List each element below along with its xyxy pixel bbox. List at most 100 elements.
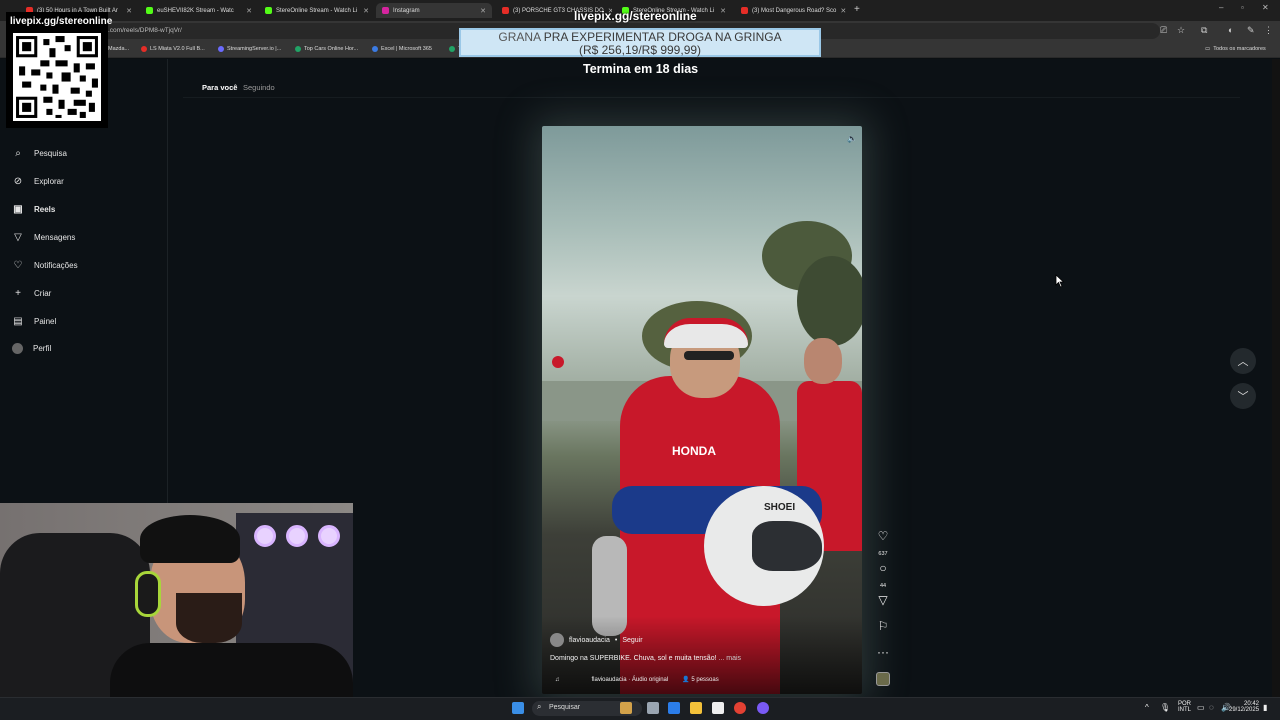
- suit-logo: HONDA: [672, 444, 716, 458]
- widget-icon[interactable]: [620, 702, 632, 714]
- rider-cap: [664, 318, 748, 348]
- fan-led: [286, 525, 308, 547]
- new-tab-icon[interactable]: +: [854, 4, 860, 15]
- chrome-icon[interactable]: [734, 702, 746, 714]
- microphone-icon[interactable]: 🎙: [1160, 703, 1170, 712]
- bookmark-item[interactable]: Mazda...: [108, 46, 129, 52]
- streamer-cap: [140, 515, 240, 563]
- sidebar-item-label: Explorar: [34, 176, 64, 186]
- close-icon[interactable]: ✕: [363, 7, 369, 15]
- bookmark-icon: ⚐: [877, 619, 889, 633]
- extensions-icon[interactable]: ⧉: [1201, 25, 1207, 36]
- kick-icon: [265, 7, 272, 14]
- comment-count: 44: [879, 583, 887, 589]
- notification-icon[interactable]: ▮: [1263, 703, 1267, 712]
- comment-button[interactable]: ○ 44: [873, 562, 893, 592]
- kick-icon: [146, 7, 153, 14]
- profile-icon[interactable]: ◐: [1228, 25, 1233, 35]
- tab-for-you[interactable]: Para você: [202, 83, 237, 92]
- tray-chevron-icon[interactable]: ^: [1145, 703, 1149, 712]
- close-icon[interactable]: ✕: [480, 7, 486, 15]
- window-close-icon[interactable]: ✕: [1262, 3, 1269, 12]
- browser-tab[interactable]: euSHEVII82K Stream - Watc ✕: [140, 3, 258, 18]
- people-tag[interactable]: 👤 5 pessoas: [682, 676, 719, 683]
- store-icon[interactable]: [712, 702, 724, 714]
- helmet-brand: SHOEI: [764, 502, 796, 513]
- donation-amount: (R$ 256,19/R$ 999,99): [578, 43, 702, 57]
- separator: •: [614, 636, 618, 644]
- all-bookmarks[interactable]: ▭ Todos os marcadores: [1205, 46, 1266, 52]
- file-explorer-icon[interactable]: [690, 702, 702, 714]
- sidebar-item-messages[interactable]: ▽ Mensagens: [12, 231, 75, 243]
- close-icon[interactable]: ✕: [720, 7, 726, 15]
- previous-reel-button[interactable]: ︿: [1230, 348, 1256, 374]
- taskbar-search-label: Pesquisar: [549, 704, 581, 711]
- compass-icon: ⊘: [13, 175, 23, 187]
- more-options-button[interactable]: ···: [873, 646, 893, 658]
- sidebar-item-profile[interactable]: Perfil: [12, 343, 51, 354]
- sidebar-item-create[interactable]: + Criar: [12, 287, 51, 299]
- caption-body: Domingo na SUPERBIKE. Chuva, sol e muita…: [550, 655, 719, 662]
- tab-title: Instagram: [393, 7, 420, 14]
- menu-dots-icon[interactable]: ⋮: [1264, 25, 1273, 36]
- plus-icon: +: [15, 287, 21, 299]
- bookmark-item[interactable]: LS Miata V2.0 Full B...: [141, 46, 205, 52]
- browser-tab[interactable]: (3) Most Dangerous Road? Sco ✕: [735, 3, 851, 18]
- next-reel-button[interactable]: ﹀: [1230, 383, 1256, 409]
- sheet-icon: [449, 46, 455, 52]
- sidebar-item-label: Pesquisa: [34, 148, 67, 158]
- maximize-icon[interactable]: ▫: [1241, 3, 1244, 12]
- task-view-icon[interactable]: [647, 702, 659, 714]
- star-icon[interactable]: ☆: [1177, 25, 1185, 36]
- input-language[interactable]: POR INTL: [1178, 701, 1191, 713]
- bookmark-item[interactable]: StreamingServer.io |...: [218, 46, 281, 52]
- tab-following[interactable]: Seguindo: [243, 83, 275, 92]
- minimize-icon[interactable]: –: [1219, 3, 1223, 12]
- windows-start-icon[interactable]: [512, 702, 524, 714]
- youtube-icon: [141, 46, 147, 52]
- send-icon: ▽: [878, 593, 888, 607]
- close-icon[interactable]: ✕: [246, 7, 252, 15]
- sidebar-item-label: Mensagens: [34, 232, 76, 242]
- reel-video[interactable]: HONDA SHOEI: [542, 126, 862, 694]
- browser-tab[interactable]: StereOnline Stream - Watch Li ✕: [259, 3, 375, 18]
- save-button[interactable]: ⚐: [873, 620, 893, 632]
- reel-username[interactable]: flavioaudacia: [569, 637, 610, 644]
- folder-icon: ▭: [1205, 46, 1211, 52]
- server-icon: [218, 46, 224, 52]
- like-button[interactable]: ♡ 637: [873, 530, 893, 560]
- audio-label[interactable]: flavioaudacia · Áudio original: [592, 677, 669, 683]
- donation-url-label: livepix.gg/stereonline: [574, 9, 697, 23]
- copilot-icon[interactable]: [668, 702, 680, 714]
- sidebar-item-dashboard[interactable]: ▤ Painel: [12, 315, 56, 327]
- clock[interactable]: 20:42 29/12/2025: [1229, 701, 1259, 713]
- display-icon[interactable]: ▭: [1197, 703, 1205, 712]
- close-icon[interactable]: ✕: [840, 7, 846, 15]
- close-icon[interactable]: ✕: [126, 7, 132, 15]
- comment-icon: ○: [879, 561, 887, 575]
- page-scrollbar[interactable]: [1272, 59, 1280, 700]
- sidebar-item-notifications[interactable]: ♡ Notificações: [12, 259, 78, 271]
- network-icon[interactable]: ◌: [1209, 703, 1214, 712]
- music-note-icon: ♫: [555, 676, 560, 683]
- avatar: [550, 633, 564, 647]
- cast-icon[interactable]: ⎚: [1160, 25, 1167, 36]
- audio-thumbnail[interactable]: [876, 672, 890, 686]
- bookmark-item[interactable]: Top Cars Online Hor...: [295, 46, 358, 52]
- discord-icon[interactable]: [757, 702, 769, 714]
- fan-led: [254, 525, 276, 547]
- url-text: .com/reels/DPM8-wTjqVr/: [108, 27, 182, 34]
- share-button[interactable]: ▽: [873, 594, 893, 606]
- reel-author[interactable]: flavioaudacia • Seguir: [550, 633, 643, 647]
- sidebar-item-search[interactable]: ⌕ Pesquisa: [12, 147, 67, 159]
- sidebar-item-label: Notificações: [34, 260, 78, 270]
- follow-button[interactable]: Seguir: [622, 637, 642, 644]
- caption-more-link[interactable]: ... mais: [718, 655, 741, 662]
- edit-icon[interactable]: ✎: [1247, 25, 1255, 36]
- bookmark-item[interactable]: Excel | Microsoft 365: [372, 46, 432, 52]
- speaker-icon[interactable]: 🔈: [847, 134, 857, 143]
- browser-tab-active[interactable]: Instagram ✕: [376, 3, 492, 18]
- sidebar-item-explore[interactable]: ⊘ Explorar: [12, 175, 64, 187]
- sidebar-item-reels[interactable]: ▣ Reels: [12, 203, 55, 215]
- clock-date: 29/12/2025: [1229, 707, 1260, 713]
